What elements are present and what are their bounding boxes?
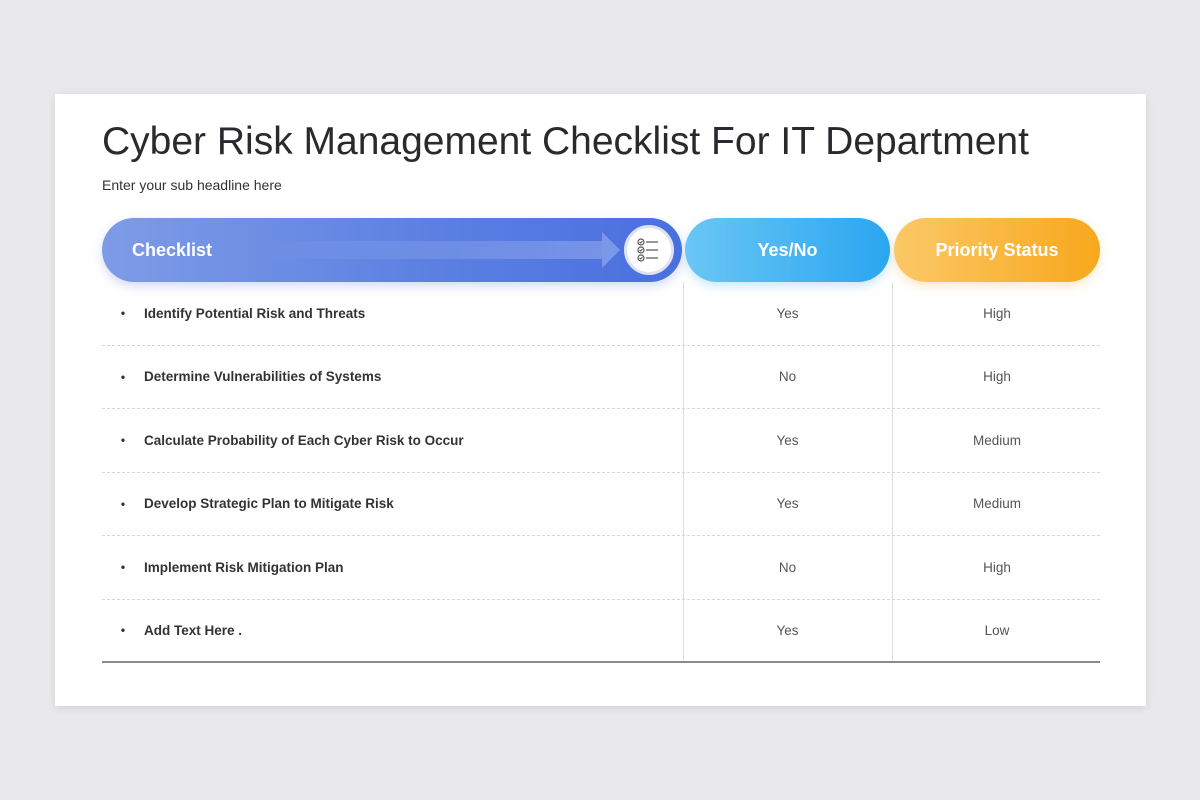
bullet: • bbox=[120, 496, 126, 511]
bullet: • bbox=[120, 560, 126, 575]
table-row: • Add Text Here . Yes Low bbox=[102, 600, 1100, 663]
table-row: • Identify Potential Risk and Threats Ye… bbox=[102, 282, 1100, 346]
priority-value: High bbox=[983, 305, 1011, 321]
checklist-item-text: Develop Strategic Plan to Mitigate Risk bbox=[144, 496, 394, 512]
checklist-item: • Identify Potential Risk and Threats bbox=[102, 282, 682, 345]
checklist-header-label: Checklist bbox=[132, 239, 213, 260]
slide: Cyber Risk Management Checklist For IT D… bbox=[55, 94, 1146, 706]
yes-no-header: Yes/No bbox=[685, 218, 890, 282]
checklist-item: • Develop Strategic Plan to Mitigate Ris… bbox=[102, 473, 682, 536]
priority-value: Low bbox=[984, 622, 1010, 638]
checklist-item-text: Identify Potential Risk and Threats bbox=[144, 305, 366, 321]
yes-no-value: Yes bbox=[776, 432, 799, 448]
checklist-header: Checklist bbox=[102, 218, 682, 282]
checklist-item: • Calculate Probability of Each Cyber Ri… bbox=[102, 409, 682, 472]
checklist-item: • Implement Risk Mitigation Plan bbox=[102, 536, 682, 599]
priority-value: High bbox=[983, 369, 1011, 385]
table-row: • Calculate Probability of Each Cyber Ri… bbox=[102, 409, 1100, 473]
yes-no-value: Yes bbox=[776, 305, 799, 321]
priority-value: Medium bbox=[972, 432, 1021, 448]
priority-value: High bbox=[983, 559, 1011, 575]
checklist-table: • Identify Potential Risk and Threats Ye… bbox=[102, 282, 1100, 663]
priority-status-header: Priority Status bbox=[894, 218, 1100, 282]
yes-no-value: No bbox=[778, 559, 797, 575]
checklist-item: • Add Text Here . bbox=[102, 600, 682, 662]
table-row: • Implement Risk Mitigation Plan No High bbox=[102, 536, 1100, 600]
checklist-item-text: Calculate Probability of Each Cyber Risk… bbox=[144, 432, 464, 448]
priority-status-header-label: Priority Status bbox=[935, 239, 1059, 260]
bullet: • bbox=[120, 369, 126, 384]
yes-no-header-label: Yes/No bbox=[757, 239, 818, 260]
bullet: • bbox=[120, 306, 126, 321]
table-row: • Develop Strategic Plan to Mitigate Ris… bbox=[102, 473, 1100, 536]
bullet: • bbox=[120, 433, 126, 448]
priority-value: Medium bbox=[972, 496, 1021, 512]
bullet: • bbox=[120, 623, 126, 638]
checklist-item-text: Determine Vulnerabilities of Systems bbox=[144, 369, 382, 385]
checklist-item-text: Add Text Here . bbox=[144, 622, 243, 638]
arrow-right-icon bbox=[262, 241, 602, 259]
yes-no-value: Yes bbox=[776, 496, 799, 512]
arrow-head bbox=[602, 232, 620, 268]
yes-no-value: No bbox=[778, 369, 797, 385]
yes-no-value: Yes bbox=[776, 622, 799, 638]
checklist-item-text: Implement Risk Mitigation Plan bbox=[144, 559, 344, 575]
checklist-icon bbox=[624, 225, 674, 275]
page-title: Cyber Risk Management Checklist For IT D… bbox=[102, 120, 1029, 163]
table-row: • Determine Vulnerabilities of Systems N… bbox=[102, 346, 1100, 409]
checklist-item: • Determine Vulnerabilities of Systems bbox=[102, 346, 682, 409]
page-subtitle: Enter your sub headline here bbox=[102, 177, 282, 193]
